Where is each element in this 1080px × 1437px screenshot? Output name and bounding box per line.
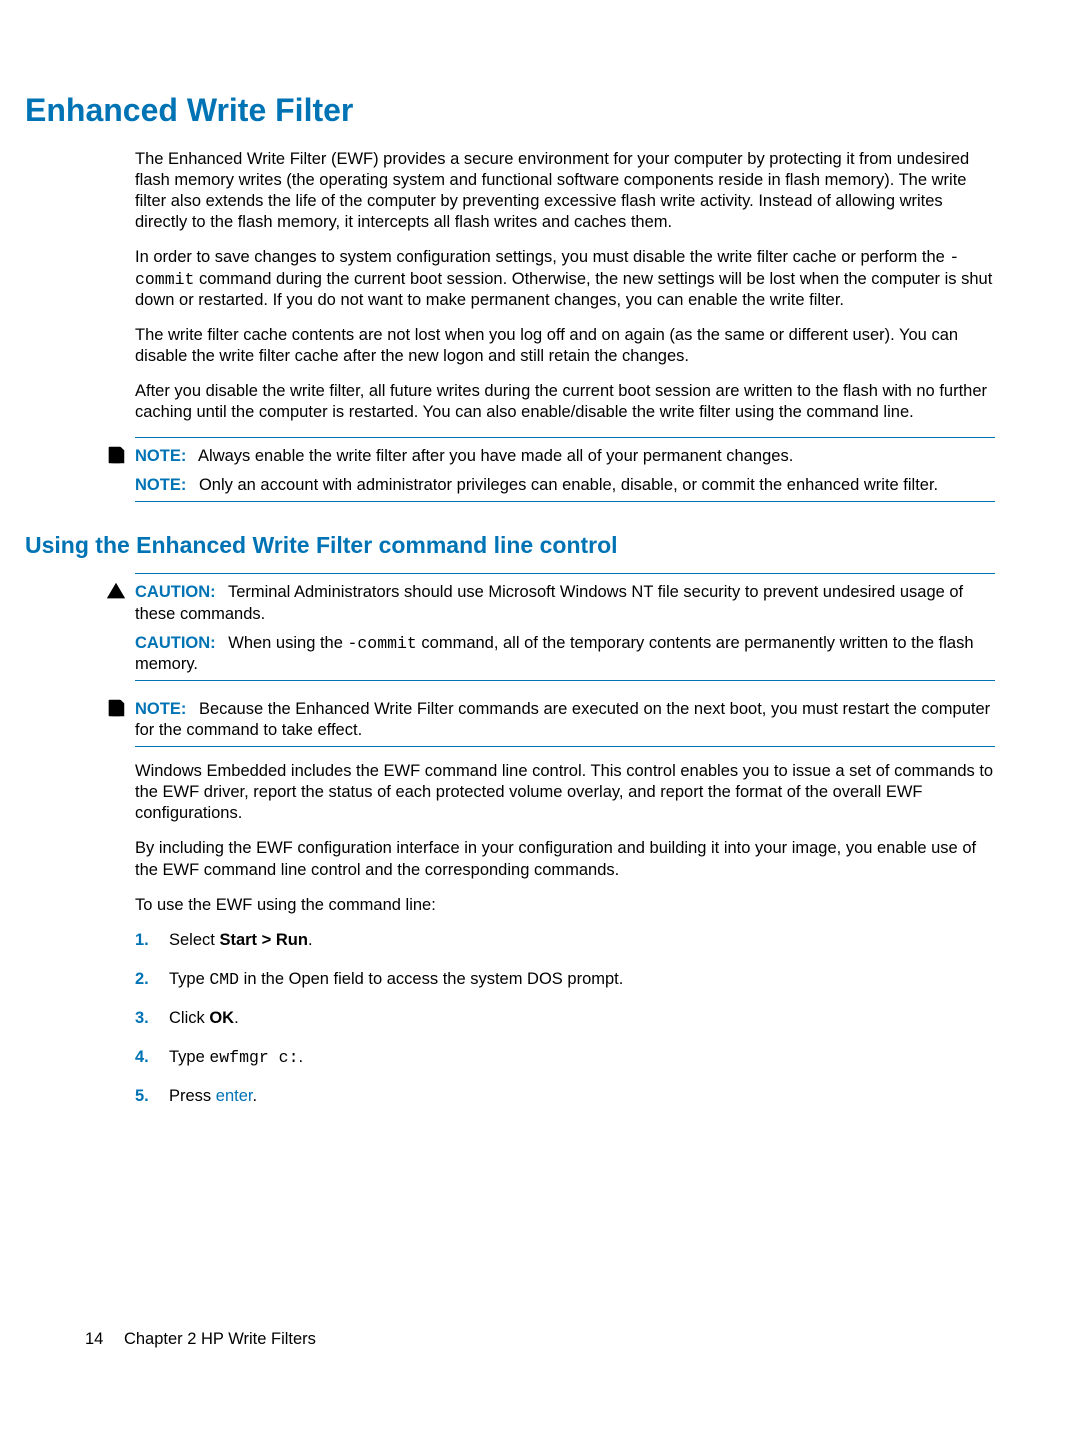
text: in the Open field to access the system D…	[239, 970, 623, 988]
text: .	[298, 1048, 303, 1066]
note-callout: NOTE: Because the Enhanced Write Filter …	[135, 691, 995, 747]
note-icon	[105, 444, 127, 466]
text: .	[308, 931, 313, 949]
list-item: 5. Press enter.	[135, 1086, 995, 1107]
text: .	[234, 1009, 239, 1027]
inline-code: CMD	[209, 970, 239, 989]
bold-text: Start > Run	[219, 931, 307, 949]
note-callout: NOTE: Always enable the write filter aft…	[135, 437, 995, 502]
step-number: 4.	[135, 1047, 169, 1068]
key-name: enter	[216, 1087, 253, 1105]
body-paragraph: After you disable the write filter, all …	[135, 381, 995, 423]
inline-code: ewfmgr c:	[209, 1048, 298, 1067]
caution-text: When using the	[228, 634, 347, 652]
caution-label: CAUTION:	[135, 583, 216, 601]
text: In order to save changes to system confi…	[135, 248, 949, 266]
body-paragraph: By including the EWF configuration inter…	[135, 838, 995, 880]
note-text: Because the Enhanced Write Filter comman…	[135, 700, 990, 739]
list-item: 1. Select Start > Run.	[135, 930, 995, 951]
inline-code: -commit	[348, 634, 417, 653]
body-paragraph: The Enhanced Write Filter (EWF) provides…	[135, 149, 995, 233]
caution-icon	[105, 580, 127, 602]
page-title: Enhanced Write Filter	[25, 92, 995, 129]
text: Select	[169, 931, 219, 949]
footer-text: Chapter 2 HP Write Filters	[124, 1330, 316, 1348]
ordered-steps: 1. Select Start > Run. 2. Type CMD in th…	[135, 930, 995, 1108]
step-number: 2.	[135, 969, 169, 990]
text: Type	[169, 970, 209, 988]
step-number: 1.	[135, 930, 169, 951]
step-number: 5.	[135, 1086, 169, 1107]
note-text: Always enable the write filter after you…	[198, 447, 793, 465]
step-number: 3.	[135, 1008, 169, 1029]
list-item: 3. Click OK.	[135, 1008, 995, 1029]
caution-text: Terminal Administrators should use Micro…	[135, 583, 963, 622]
text: command during the current boot session.…	[135, 270, 992, 309]
bold-text: OK	[209, 1009, 234, 1027]
note-icon	[105, 697, 127, 719]
note-text: Only an account with administrator privi…	[199, 476, 938, 494]
body-paragraph: To use the EWF using the command line:	[135, 895, 995, 916]
list-item: 4. Type ewfmgr c:.	[135, 1047, 995, 1068]
list-item: 2. Type CMD in the Open field to access …	[135, 969, 995, 990]
text: Press	[169, 1087, 216, 1105]
body-paragraph: Windows Embedded includes the EWF comman…	[135, 761, 995, 824]
note-label: NOTE:	[135, 476, 186, 494]
body-paragraph: In order to save changes to system confi…	[135, 247, 995, 310]
body-paragraph: The write filter cache contents are not …	[135, 325, 995, 367]
text: Click	[169, 1009, 209, 1027]
text: Type	[169, 1048, 209, 1066]
section-heading: Using the Enhanced Write Filter command …	[25, 532, 995, 559]
note-label: NOTE:	[135, 700, 186, 718]
page-footer: 14 Chapter 2 HP Write Filters	[85, 1330, 316, 1349]
caution-callout: CAUTION: Terminal Administrators should …	[135, 573, 995, 680]
caution-label: CAUTION:	[135, 634, 216, 652]
note-label: NOTE:	[135, 447, 186, 465]
text: .	[252, 1087, 257, 1105]
page-number: 14	[85, 1330, 103, 1348]
